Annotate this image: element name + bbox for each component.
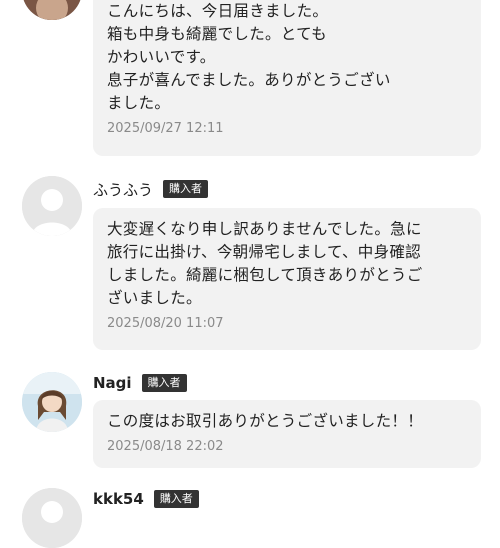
comment-text: こんにちは、今日届きました。 箱も中身も綺麗でした。とても かわいいです。 息子… [107, 2, 391, 112]
comment-timestamp: 2025/09/27 12:11 [107, 121, 224, 136]
buyer-badge: 購入者 [141, 374, 187, 392]
comment-bubble: この度はお取引ありがとうございました！！ 2025/08/18 22:02 [93, 400, 481, 468]
user-avatar[interactable] [22, 372, 82, 432]
user-avatar[interactable] [22, 0, 82, 20]
username[interactable]: kkk54 [93, 490, 144, 508]
user-avatar[interactable] [22, 488, 82, 548]
default-avatar-icon [22, 176, 82, 236]
buyer-badge: 購入者 [163, 180, 209, 198]
username[interactable]: ふうふう [93, 179, 153, 200]
comment-timestamp: 2025/08/20 11:07 [107, 316, 224, 331]
comment-text: 大変遅くなり申し訳ありませんでした。急に 旅行に出掛け、今朝帰宅しまして、中身確… [107, 220, 423, 307]
comment-bubble: 大変遅くなり申し訳ありませんでした。急に 旅行に出掛け、今朝帰宅しまして、中身確… [93, 208, 481, 350]
user-line: kkk54 購入者 [93, 488, 199, 510]
user-line: ふうふう 購入者 [93, 178, 209, 200]
profile-photo-icon [22, 372, 82, 432]
comment-text: この度はお取引ありがとうございました！！ [107, 412, 424, 430]
user-avatar[interactable] [22, 176, 82, 236]
default-avatar-icon [22, 488, 82, 548]
comment-timestamp: 2025/08/18 22:02 [107, 439, 224, 454]
user-line: Nagi 購入者 [93, 372, 187, 394]
username[interactable]: Nagi [93, 374, 132, 392]
comment-bubble: こんにちは、今日届きました。 箱も中身も綺麗でした。とても かわいいです。 息子… [93, 0, 481, 156]
buyer-badge: 購入者 [153, 490, 199, 508]
